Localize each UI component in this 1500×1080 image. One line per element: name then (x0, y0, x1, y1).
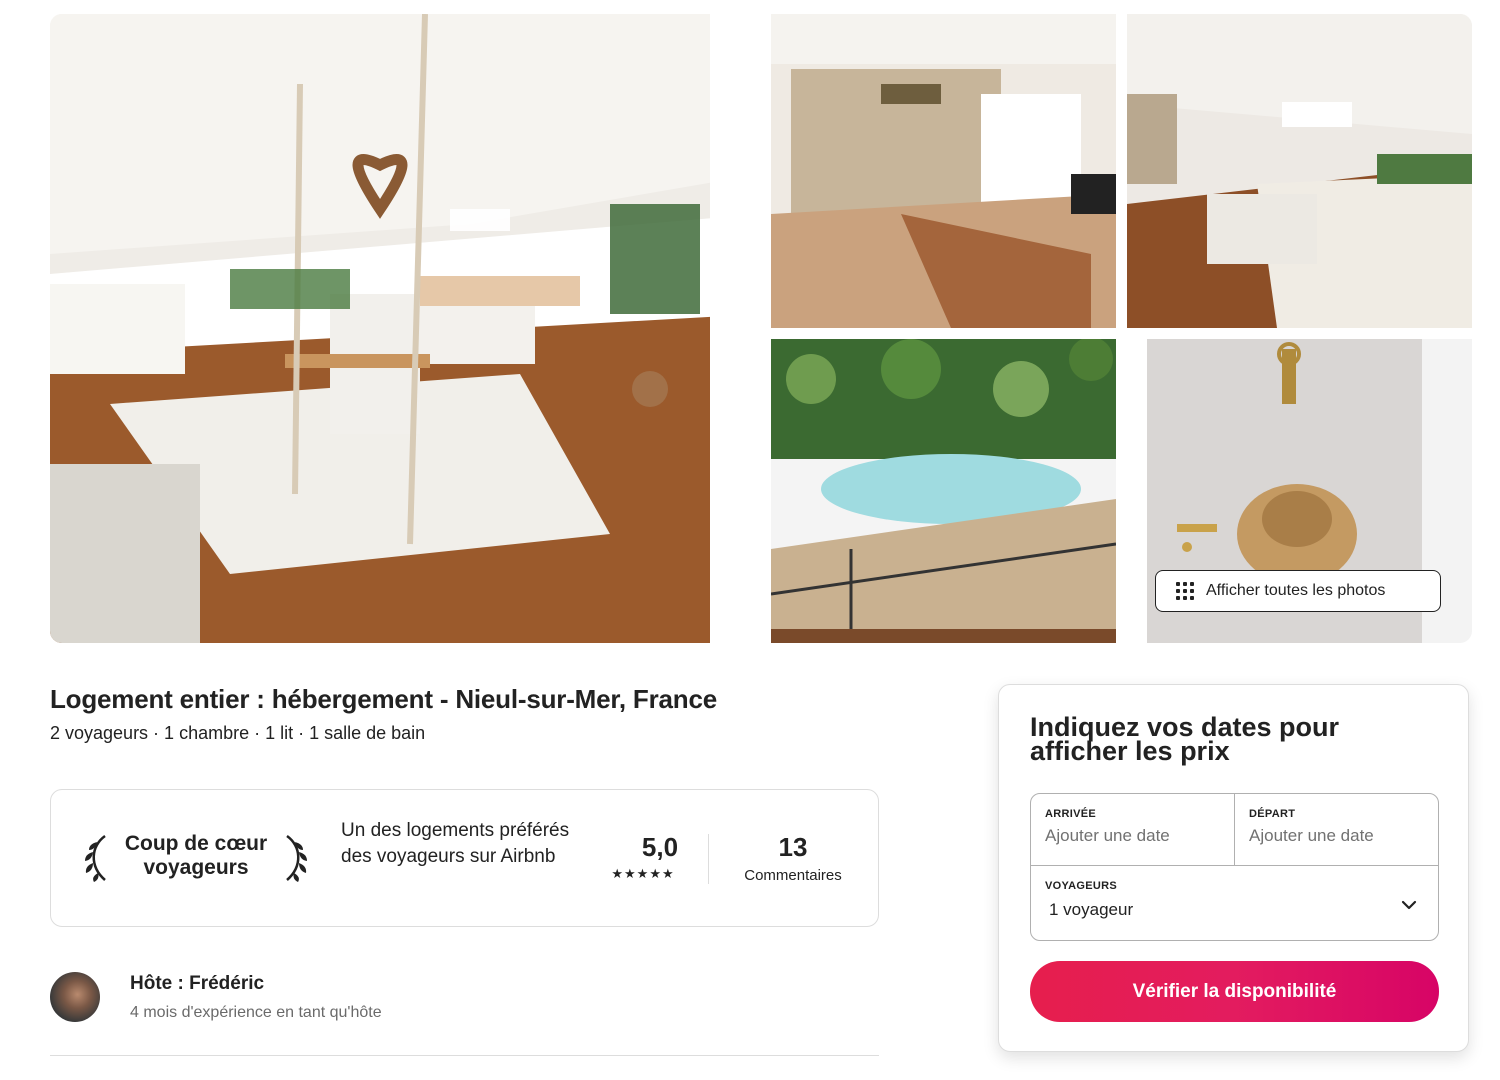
guests-select[interactable]: VOYAGEURS 1 voyageur (1031, 866, 1438, 940)
guests-label: VOYAGEURS (1045, 880, 1117, 892)
guest-favorite-card[interactable]: Coup de cœur voyageurs Un des logements … (50, 789, 879, 927)
listing-title: Logement entier : hébergement - Nieul-su… (50, 684, 717, 714)
reviews-count[interactable]: 13 (731, 832, 855, 863)
host-avatar[interactable] (50, 972, 100, 1022)
guest-favorite-label: Coup de cœur voyageurs (124, 832, 268, 879)
host-name: Hôte : Frédéric (130, 973, 265, 994)
photo-jacuzzi[interactable] (771, 339, 1116, 643)
checkin-field[interactable]: ARRIVÉE Ajouter une date (1031, 794, 1235, 865)
checkout-label: DÉPART (1249, 808, 1296, 820)
host-experience: 4 mois d'expérience en tant qu'hôte (130, 1004, 382, 1021)
grid-dots-icon (1176, 582, 1194, 600)
guests-value: 1 voyageur (1049, 900, 1134, 919)
booking-heading: Indiquez vos dates pour afficher les pri… (1030, 712, 1340, 766)
section-divider (50, 1055, 879, 1056)
photo-bedroom-skylight[interactable] (1127, 14, 1472, 328)
checkin-label: ARRIVÉE (1045, 808, 1096, 820)
photo-living-room[interactable] (771, 14, 1116, 328)
reviews-label[interactable]: Commentaires (731, 867, 855, 884)
guest-favorite-description: Un des logements préférés des voyageurs … (341, 820, 570, 867)
main-photo-bedroom-swing[interactable] (50, 14, 761, 643)
photo-gallery (50, 14, 1472, 643)
booking-card: Indiquez vos dates pour afficher les pri… (998, 684, 1469, 1052)
laurel-right-icon (279, 834, 309, 882)
star-icon: ★★★★★ (611, 866, 675, 881)
laurel-left-icon (83, 834, 113, 882)
check-availability-button[interactable]: Vérifier la disponibilité (1030, 961, 1439, 1022)
vertical-divider (708, 834, 709, 884)
checkin-placeholder: Ajouter une date (1045, 826, 1170, 845)
rating-value: 5,0 (641, 832, 679, 862)
checkout-placeholder: Ajouter une date (1249, 826, 1374, 845)
date-guest-picker: ARRIVÉE Ajouter une date DÉPART Ajouter … (1030, 793, 1439, 941)
show-all-photos-button[interactable]: Afficher toutes les photos (1155, 570, 1441, 612)
checkout-field[interactable]: DÉPART Ajouter une date (1235, 794, 1438, 865)
show-all-photos-label: Afficher toutes les photos (1206, 582, 1386, 599)
chevron-down-icon[interactable] (1400, 896, 1418, 914)
listing-summary: 2 voyageurs · 1 chambre · 1 lit · 1 sall… (50, 723, 426, 743)
